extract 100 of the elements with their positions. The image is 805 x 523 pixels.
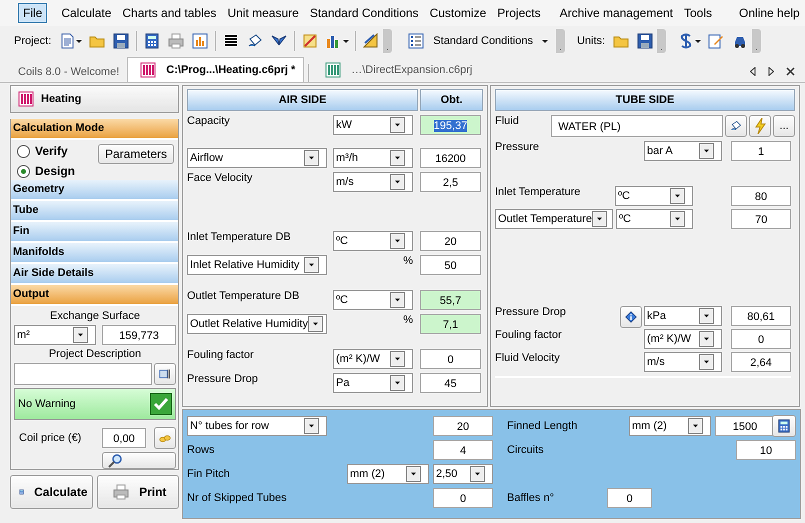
calculator-button[interactable] [772, 415, 796, 437]
value-field[interactable]: 7,1 [420, 314, 481, 334]
field-label: Inlet Temperature DB [187, 231, 292, 243]
unit-dropdown[interactable]: kPa [644, 306, 722, 326]
fluid-field[interactable]: WATER (PL) [551, 115, 724, 137]
parameters-button[interactable]: Parameters [98, 144, 174, 164]
chart-icon[interactable] [192, 33, 208, 49]
unit-dropdown[interactable]: ºC [616, 209, 694, 229]
field-label: Fin Pitch [187, 468, 231, 480]
coins-button[interactable] [154, 427, 176, 449]
unit-dropdown[interactable]: m³/h [333, 148, 413, 168]
menu-item[interactable]: Unit measure [222, 3, 304, 23]
section-header[interactable]: Output [11, 285, 178, 306]
value-field[interactable]: 0 [433, 488, 493, 508]
value-field[interactable]: 16200 [420, 148, 481, 168]
radio-button[interactable]: Design [17, 164, 76, 178]
value-field[interactable]: 1500 [715, 416, 775, 436]
value-field[interactable]: 50 [420, 255, 481, 275]
caret-icon [395, 180, 400, 184]
unit-dropdown[interactable]: mm (2) [347, 464, 429, 484]
menu-item[interactable]: File [18, 3, 48, 23]
value-field[interactable]: 0 [731, 329, 791, 349]
value-field[interactable]: 45 [420, 373, 481, 393]
calculator-icon [777, 418, 791, 434]
tools-icon[interactable] [302, 33, 318, 49]
menu-item[interactable]: Projects [492, 3, 546, 23]
section-header[interactable]: Geometry [11, 180, 178, 201]
ruler-icon[interactable] [363, 33, 380, 49]
menu-item[interactable]: Customize [424, 3, 492, 23]
unit-dropdown[interactable]: ºC [333, 231, 413, 251]
parameter-dropdown[interactable]: Inlet Relative Humidity [187, 255, 327, 275]
search-button[interactable] [102, 452, 176, 469]
value-field[interactable]: 0 [607, 488, 652, 508]
radio-button[interactable]: Verify [17, 144, 76, 158]
value-field[interactable]: 70 [731, 209, 791, 229]
new-document-icon[interactable] [59, 33, 76, 49]
value-field[interactable]: 159,773 [102, 325, 176, 345]
edit-icon[interactable] [708, 33, 724, 49]
unit-dropdown[interactable]: kW [333, 115, 413, 135]
lines-icon[interactable] [223, 33, 240, 49]
scroll-right-icon[interactable] [768, 67, 774, 76]
section-header[interactable]: Calculation Mode [11, 119, 178, 140]
value-field[interactable]: 10 [736, 440, 796, 460]
more-button[interactable]: ... [773, 115, 795, 137]
section-header[interactable]: Fin [11, 222, 178, 243]
unit-dropdown[interactable]: Pa [333, 373, 413, 393]
unit-dropdown[interactable]: (m² K)/W [333, 349, 413, 369]
value-field[interactable]: 55,7 [420, 290, 481, 310]
close-icon[interactable] [786, 67, 795, 76]
value-field[interactable]: 80,61 [731, 306, 791, 326]
lightning-button[interactable] [749, 115, 772, 137]
paint-bucket-icon[interactable] [247, 33, 264, 49]
print-button[interactable]: Print [96, 475, 179, 509]
printer-icon[interactable] [168, 33, 184, 49]
unit-dropdown[interactable]: m² [14, 325, 96, 345]
info-button[interactable] [620, 306, 642, 328]
value-dropdown[interactable]: 2,50 [433, 464, 493, 484]
parameter-dropdown[interactable]: N° tubes for row [187, 416, 327, 436]
menu-item[interactable]: Calculate [56, 3, 116, 23]
value-field[interactable]: 2,5 [420, 172, 481, 192]
description-field[interactable] [14, 363, 152, 385]
parameter-dropdown[interactable]: Outlet Relative Humidity [187, 314, 327, 334]
parameter-dropdown[interactable]: Airflow [187, 148, 327, 168]
parameter-dropdown[interactable]: Outlet Temperature [495, 209, 613, 229]
unit-dropdown[interactable]: bar A [644, 141, 722, 161]
fluid-button[interactable] [725, 115, 748, 137]
standard-conditions-button[interactable]: Standard Conditions [400, 31, 556, 51]
menu-item[interactable]: Charts and tables [117, 3, 222, 23]
menu-item[interactable]: Tools [679, 3, 718, 23]
menu-item[interactable]: Online help [734, 3, 805, 23]
value-field[interactable]: 1 [731, 141, 791, 161]
edit-button[interactable] [154, 363, 176, 385]
field-label: Coil price (€) [19, 432, 82, 444]
tab[interactable]: …\DirectExpansion.c6prj [313, 58, 480, 82]
value-field[interactable]: 0,00 [102, 428, 146, 448]
tab[interactable]: C:\Prog...\Heating.c6prj * [127, 57, 304, 82]
value-field[interactable]: 2,64 [731, 352, 791, 372]
unit-dropdown[interactable]: m/s [333, 172, 413, 192]
value-field[interactable]: 0 [420, 349, 481, 369]
section-header[interactable]: Air Side Details [11, 264, 178, 285]
unit-dropdown[interactable]: mm (2) [629, 416, 711, 436]
unit-dropdown[interactable]: ºC [615, 186, 693, 206]
unit-dropdown[interactable]: ºC [333, 290, 413, 310]
section-header[interactable]: Tube [11, 201, 178, 222]
save-icon[interactable] [113, 33, 130, 49]
value-field[interactable]: 4 [433, 440, 493, 460]
calculator-icon[interactable] [144, 33, 160, 49]
save-icon[interactable] [637, 33, 654, 49]
calculate-button[interactable]: Calculate [10, 475, 92, 509]
scroll-left-icon[interactable] [750, 67, 756, 76]
value-field[interactable]: 80 [731, 186, 791, 206]
value-field[interactable]: 20 [420, 231, 481, 251]
tab[interactable]: Coils 8.0 - Welcome! [10, 62, 128, 82]
unit-dropdown[interactable]: (m² K)/W [644, 329, 722, 349]
value-field[interactable]: 20 [433, 416, 493, 436]
menu-item[interactable]: Standard Conditions [304, 3, 424, 23]
value-field[interactable]: 195,37 [420, 115, 481, 135]
menu-item[interactable]: Archive management [554, 3, 678, 23]
unit-dropdown[interactable]: m/s [644, 352, 722, 372]
section-header[interactable]: Manifolds [11, 243, 178, 264]
